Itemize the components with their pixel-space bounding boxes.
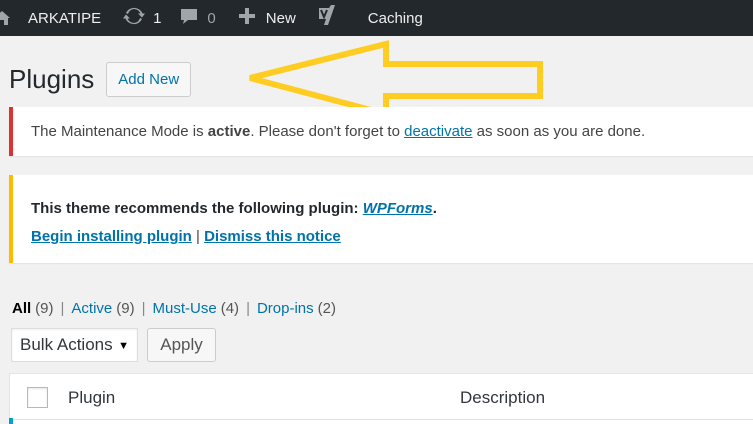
bulk-actions-select[interactable]: Bulk Actions ▼: [11, 328, 138, 362]
new-label: New: [265, 9, 296, 27]
filter-must-use-label: Must-Use: [152, 300, 217, 317]
maintenance-text-before: The Maintenance Mode is: [31, 123, 208, 140]
table-header-row: Plugin Description: [10, 374, 753, 420]
maintenance-status: active: [207, 123, 251, 140]
filter-active-count: (9): [116, 300, 135, 317]
filter-separator: |: [141, 300, 146, 317]
updates-icon: [123, 6, 146, 30]
plugin-status-filters: All (9) | Active (9) | Must-Use (4) | Drop-…: [12, 300, 336, 317]
plugins-table: Plugin Description: [9, 373, 753, 424]
filter-active[interactable]: Active (9): [71, 300, 134, 317]
apply-button[interactable]: Apply: [147, 328, 216, 362]
maintenance-text-after: as soon as you are done.: [472, 123, 646, 140]
active-row-indicator: [9, 418, 13, 424]
filter-drop-ins[interactable]: Drop-ins (2): [257, 300, 336, 317]
caching-label: Caching: [367, 9, 423, 27]
filter-separator: |: [246, 300, 250, 317]
filter-separator: |: [60, 300, 65, 317]
updates-count: 1: [153, 9, 162, 27]
filter-all-label: All: [12, 300, 32, 317]
admin-bar: ARKATIPE 1 0 New Caching: [0, 0, 753, 36]
updates-menu[interactable]: 1: [123, 0, 161, 36]
wpforms-link[interactable]: WPForms: [363, 200, 433, 217]
recommendation-actions: Begin installing plugin | Dismiss this n…: [31, 228, 753, 245]
filter-must-use[interactable]: Must-Use (4): [153, 300, 240, 317]
bulk-actions-value: Bulk Actions: [20, 335, 113, 354]
site-name-label: ARKATIPE: [28, 9, 102, 27]
page-heading: Plugins Add New: [9, 62, 192, 97]
filter-drop-ins-label: Drop-ins: [256, 300, 314, 317]
yoast-icon: [316, 5, 338, 31]
maintenance-text-middle: . Please don't forget to: [250, 123, 405, 140]
home-icon: [0, 8, 14, 28]
site-name-menu[interactable]: ARKATIPE: [0, 0, 101, 36]
yoast-seo-menu[interactable]: [316, 0, 338, 36]
new-content-menu[interactable]: New: [238, 0, 296, 36]
dismiss-notice-link[interactable]: Dismiss this notice: [204, 228, 341, 245]
add-new-button[interactable]: Add New: [106, 62, 192, 97]
select-all-checkbox[interactable]: [27, 387, 48, 408]
column-header-plugin[interactable]: Plugin: [68, 388, 115, 408]
page-title: Plugins: [9, 64, 95, 94]
caret-down-icon: ▼: [118, 340, 129, 352]
plus-icon: [238, 7, 256, 29]
caching-menu[interactable]: Caching: [368, 0, 423, 36]
recommendation-line: This theme recommends the following plug…: [31, 200, 753, 217]
filter-must-use-count: (4): [220, 300, 240, 317]
comments-count: 0: [207, 9, 216, 27]
column-header-description: Description: [460, 388, 546, 407]
filter-active-label: Active: [71, 300, 113, 317]
comments-menu[interactable]: 0: [179, 0, 216, 36]
recommendation-text: This theme recommends the following plug…: [31, 200, 363, 217]
maintenance-mode-notice: The Maintenance Mode is active. Please d…: [9, 107, 753, 156]
recommendation-period: .: [432, 200, 437, 217]
filter-drop-ins-count: (2): [317, 300, 336, 317]
action-separator: |: [191, 228, 205, 245]
begin-installing-link[interactable]: Begin installing plugin: [31, 228, 192, 245]
filter-all-count: (9): [35, 300, 54, 317]
bulk-actions-bar: Bulk Actions ▼ Apply: [11, 328, 216, 362]
deactivate-link[interactable]: deactivate: [404, 123, 472, 140]
theme-recommendation-notice: This theme recommends the following plug…: [9, 175, 753, 263]
comment-icon: [179, 6, 199, 30]
filter-all[interactable]: All (9): [12, 300, 54, 317]
